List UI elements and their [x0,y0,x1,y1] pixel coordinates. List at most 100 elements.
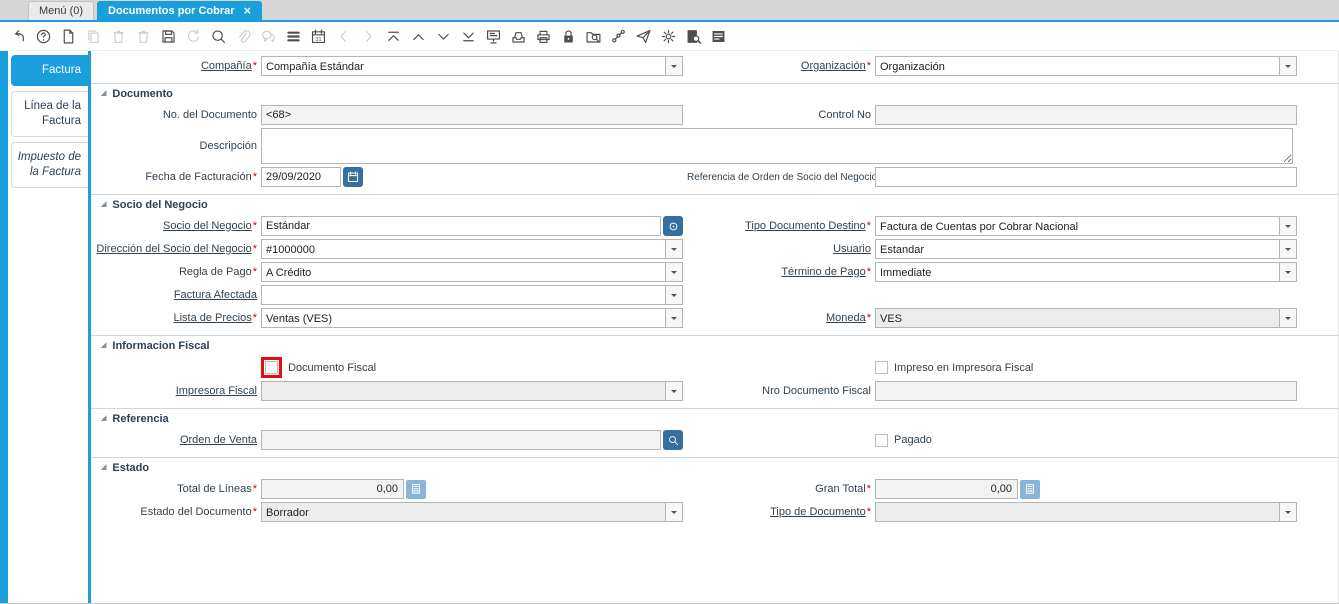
dropdown-arrow-icon[interactable] [665,263,682,281]
collapse-arrow-icon[interactable]: ◢ [101,463,106,471]
form-row: Impresora Fiscal Nro Documento Fiscal [91,381,1338,401]
sidebar-tab-factura[interactable]: Factura [11,55,88,86]
workflow-button[interactable] [607,24,629,48]
zoom-across-button[interactable] [682,24,704,48]
new-record-icon [60,28,77,45]
dropdown-arrow-icon[interactable] [1279,240,1296,258]
archive-button[interactable] [507,24,529,48]
close-icon[interactable]: × [244,4,252,17]
last-record-button[interactable] [457,24,479,48]
moneda-select[interactable]: VES [875,308,1297,328]
dropdown-arrow-icon[interactable] [1279,263,1296,281]
sidebar-tab-impuesto-de-la-factura[interactable]: Impuesto de la Factura [11,141,88,188]
fecha-de-facturacion-input[interactable] [261,167,341,187]
tipo-de-documento-select[interactable] [875,502,1297,522]
next-record-button[interactable] [432,24,454,48]
report-button[interactable] [482,24,504,48]
compania-select[interactable]: Compañía Estándar [261,56,683,76]
section-title: Socio del Negocio [112,199,208,211]
workflow-icon [610,28,627,45]
sidebar-tab-linea-de-la-factura[interactable]: Línea de la Factura [11,90,88,137]
usuario-select[interactable]: Estandar [875,239,1297,259]
export-icon [585,28,602,45]
calculator-button[interactable] [406,479,426,499]
calculator-icon [410,483,422,495]
first-record-icon [385,28,402,45]
calendar-button[interactable] [343,167,363,187]
organizacion-label: Organización* [800,60,871,72]
dropdown-arrow-icon[interactable] [665,286,682,304]
application-window: Menú (0) Documentos por Cobrar × 31 Fact… [0,0,1339,604]
calculator-button[interactable] [1020,479,1040,499]
documento-fiscal-checkbox[interactable] [265,361,278,374]
collapse-arrow-icon[interactable]: ◢ [101,89,106,97]
impresora-fiscal-select[interactable] [261,381,683,401]
collapse-arrow-icon[interactable]: ◢ [101,414,106,422]
window-tab-documentos-por-cobrar[interactable]: Documentos por Cobrar × [97,1,263,20]
socio-del-negocio-label: Socio del Negocio* [163,220,257,232]
previous-record-button[interactable] [407,24,429,48]
form-content: Compañía* Compañía Estándar Organización* O… [88,51,1339,603]
organizacion-select[interactable]: Organización [875,56,1297,76]
dropdown-arrow-icon[interactable] [1279,503,1296,521]
toolbar: 31 [0,22,1339,51]
grid-toggle-button[interactable] [282,24,304,48]
dropdown-arrow-icon[interactable] [665,309,682,327]
report-view-button[interactable] [707,24,729,48]
descripcion-textarea[interactable] [261,128,1293,164]
dropdown-arrow-icon[interactable] [665,57,682,75]
field-total-de-lineas: 0,00 [261,479,683,499]
lista-de-precios-select[interactable]: Ventas (VES) [261,308,683,328]
section-header-referencia: ◢ Referencia [91,408,1338,425]
field-organizacion: Organización [875,56,1299,76]
collapse-arrow-icon[interactable]: ◢ [101,200,106,208]
first-record-button[interactable] [382,24,404,48]
bpartner-info-button[interactable] [663,216,683,236]
dropdown-arrow-icon[interactable] [1279,57,1296,75]
send-button[interactable] [632,24,654,48]
tipo-documento-destino-select[interactable]: Factura de Cuentas por Cobrar Nacional [875,216,1297,236]
save-button[interactable] [157,24,179,48]
regla-de-pago-select[interactable]: A Crédito [261,262,683,282]
new-record-button[interactable] [57,24,79,48]
undo-button[interactable] [7,24,29,48]
find-button[interactable] [207,24,229,48]
preferences-button[interactable] [657,24,679,48]
copy-record-button [82,24,104,48]
dropdown-arrow-icon[interactable] [1279,217,1296,235]
termino-de-pago-select[interactable]: Immediate [875,262,1297,282]
field-impresora-fiscal [261,381,683,401]
dropdown-arrow-icon[interactable] [665,503,682,521]
section-header-estado: ◢ Estado [91,457,1338,474]
collapse-arrow-icon[interactable]: ◢ [101,341,106,349]
required-marker: * [866,60,871,72]
lista-de-precios-value: Ventas (VES) [266,312,333,325]
dropdown-arrow-icon[interactable] [665,382,682,400]
pagado-checkbox[interactable] [875,433,888,447]
tipo-documento-destino-value: Factura de Cuentas por Cobrar Nacional [880,220,1079,233]
chat-icon [260,28,277,45]
zoom-button[interactable] [663,430,683,450]
export-button[interactable] [582,24,604,48]
dropdown-arrow-icon[interactable] [665,240,682,258]
previous-record-icon [410,28,427,45]
direccion-del-socio-del-negocio-select[interactable]: #1000000 [261,239,683,259]
calendar-button[interactable]: 31 [307,24,329,48]
estado-del-documento-select[interactable]: Borrador [261,502,683,522]
field-estado-del-documento: Borrador [261,502,683,522]
last-record-icon [460,28,477,45]
lock-button[interactable] [557,24,579,48]
factura-afectada-select[interactable] [261,285,683,305]
socio-del-negocio-input[interactable] [261,216,661,236]
print-button[interactable] [532,24,554,48]
direccion-del-socio-del-negocio-label: Dirección del Socio del Negocio* [96,243,257,255]
descripcion-label: Descripción [199,140,257,152]
referencia-de-orden-de-socio-del-negocio-input[interactable] [875,167,1297,187]
field-gran-total: 0,00 [875,479,1299,499]
dropdown-arrow-icon[interactable] [1279,309,1296,327]
help-button[interactable] [32,24,54,48]
impreso-en-impresora-fiscal-checkbox[interactable] [875,361,888,374]
form-row: Socio del Negocio* Tipo Documento Destino… [91,216,1338,236]
window-tab-menu[interactable]: Menú (0) [28,1,95,20]
no-del-documento-input [261,105,683,125]
